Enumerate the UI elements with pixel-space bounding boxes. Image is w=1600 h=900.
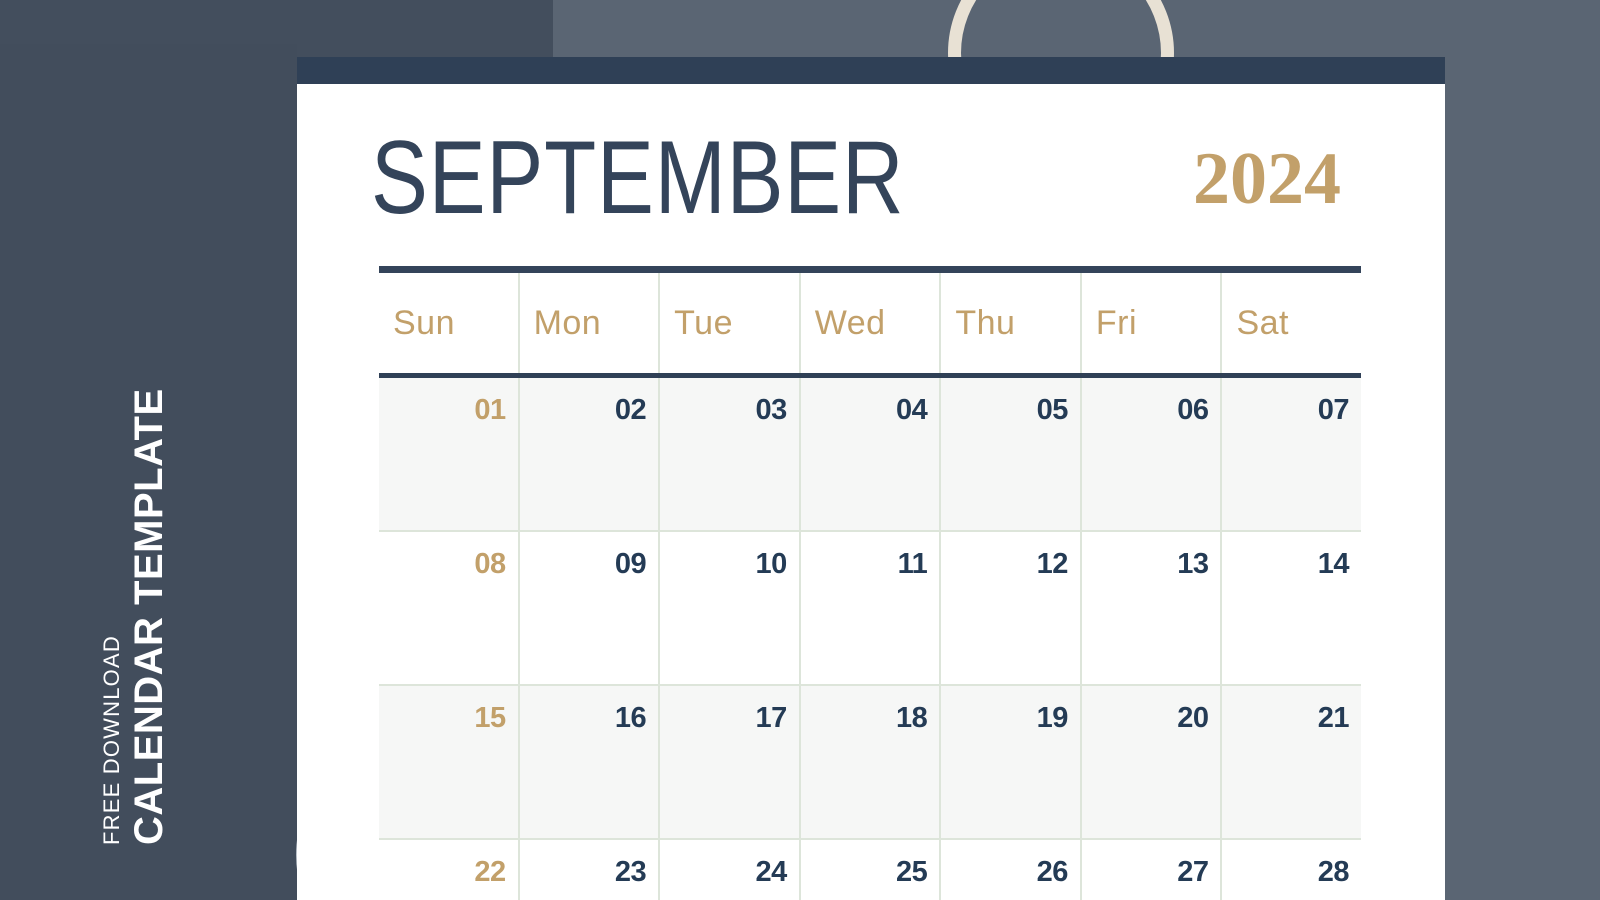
month-title: SEPTEMBER	[371, 120, 905, 236]
calendar-day-number: 19	[1036, 702, 1069, 734]
sidebar-panel	[0, 44, 297, 900]
calendar-day-number: 27	[1177, 856, 1209, 888]
calendar-week-row: 01 02 03 04 05 06 07	[379, 378, 1362, 532]
weekday-header-fri: Fri	[1079, 273, 1221, 373]
calendar-day-cell[interactable]: 08	[379, 532, 518, 686]
calendar-day-number: 22	[474, 856, 506, 888]
calendar-day-cell[interactable]: 07	[1220, 378, 1362, 532]
calendar-day-cell[interactable]: 16	[517, 686, 659, 840]
calendar-day-number: 08	[474, 548, 506, 580]
calendar-day-number: 11	[897, 548, 928, 580]
calendar-weeks: 01 02 03 04 05 06 07 08 09 10 11 12 13 14 15 16 17 18 19 20…	[379, 378, 1362, 900]
calendar-day-cell[interactable]: 27	[1079, 840, 1221, 900]
calendar-day-cell[interactable]: 28	[1220, 840, 1362, 900]
calendar-day-number: 03	[755, 394, 787, 426]
calendar-day-cell[interactable]: 21	[1220, 686, 1362, 840]
calendar-day-number: 10	[755, 548, 787, 580]
calendar-day-cell[interactable]: 19	[939, 686, 1080, 840]
year-title: 2024	[1193, 138, 1341, 220]
calendar-day-cell[interactable]: 12	[939, 532, 1080, 686]
calendar-day-cell[interactable]: 02	[517, 378, 659, 532]
calendar-day-number: 20	[1177, 702, 1209, 734]
calendar-day-cell[interactable]: 03	[658, 378, 799, 532]
calendar-day-cell[interactable]: 06	[1079, 378, 1221, 532]
weekday-header-wed: Wed	[798, 273, 940, 373]
calendar-day-number: 07	[1317, 394, 1350, 426]
calendar-day-number: 21	[1317, 702, 1350, 734]
calendar-day-cell[interactable]: 14	[1220, 532, 1362, 686]
calendar-day-cell[interactable]: 15	[379, 686, 518, 840]
calendar-day-cell[interactable]: 10	[658, 532, 799, 686]
calendar-day-number: 23	[614, 856, 647, 888]
calendar-day-number: 04	[896, 394, 928, 426]
calendar-day-number: 12	[1036, 548, 1069, 580]
calendar-day-cell[interactable]: 25	[798, 840, 940, 900]
title-row: SEPTEMBER 2024	[297, 84, 1445, 264]
calendar-day-number: 16	[614, 702, 647, 734]
calendar-day-number: 09	[614, 548, 647, 580]
calendar-day-cell[interactable]: 18	[798, 686, 940, 840]
calendar-day-cell[interactable]: 22	[379, 840, 518, 900]
calendar-card: SEPTEMBER 2024 Sun Mon Tue Wed Thu Fri S…	[297, 57, 1445, 900]
calendar-day-number: 18	[896, 702, 928, 734]
calendar-day-cell[interactable]: 24	[658, 840, 799, 900]
calendar-day-cell[interactable]: 01	[379, 378, 518, 532]
weekday-header-row: Sun Mon Tue Wed Thu Fri Sat	[379, 273, 1361, 373]
calendar-day-cell[interactable]: 23	[517, 840, 659, 900]
screenshot-canvas: SEPTEMBER 2024 Sun Mon Tue Wed Thu Fri S…	[0, 0, 1600, 900]
calendar-week-row: 08 09 10 11 12 13 14	[379, 532, 1362, 686]
weekday-header-mon: Mon	[517, 273, 659, 373]
calendar-day-number: 01	[474, 394, 506, 426]
calendar-day-cell[interactable]: 11	[798, 532, 940, 686]
calendar-day-cell[interactable]: 20	[1079, 686, 1221, 840]
weekday-header-sun: Sun	[393, 303, 455, 342]
calendar-day-cell[interactable]: 09	[517, 532, 659, 686]
calendar-day-number: 14	[1317, 548, 1350, 580]
card-header-bar	[297, 57, 1445, 84]
calendar-day-number: 24	[755, 856, 787, 888]
calendar-day-cell[interactable]: 13	[1079, 532, 1221, 686]
grid-top-rule	[379, 266, 1361, 273]
weekday-header-thu: Thu	[939, 273, 1080, 373]
calendar-day-number: 13	[1177, 548, 1209, 580]
calendar-day-number: 26	[1036, 856, 1069, 888]
calendar-week-row: 22 23 24 25 26 27 28	[379, 840, 1362, 900]
weekday-header-sat: Sat	[1220, 273, 1361, 373]
calendar-week-row: 15 16 17 18 19 20 21	[379, 686, 1362, 840]
calendar-day-cell[interactable]: 17	[658, 686, 799, 840]
calendar-day-cell[interactable]: 26	[939, 840, 1080, 900]
calendar-day-number: 05	[1036, 394, 1069, 426]
calendar-day-number: 28	[1317, 856, 1350, 888]
calendar-day-cell[interactable]: 04	[798, 378, 940, 532]
calendar-grid: Sun Mon Tue Wed Thu Fri Sat 01 02 03 04 05 06…	[379, 266, 1362, 900]
calendar-day-number: 06	[1177, 394, 1209, 426]
calendar-day-number: 17	[755, 702, 787, 734]
calendar-day-number: 25	[896, 856, 928, 888]
calendar-day-number: 02	[614, 394, 647, 426]
calendar-day-cell[interactable]: 05	[939, 378, 1080, 532]
weekday-header-tue: Tue	[658, 273, 799, 373]
calendar-day-number: 15	[474, 702, 506, 734]
